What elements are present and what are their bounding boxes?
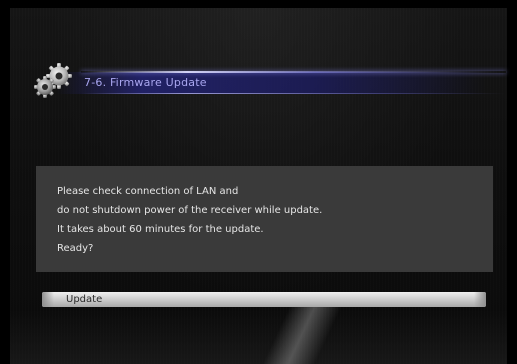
title-bar: 7-6. Firmware Update [34,63,506,98]
message-line: Please check connection of LAN and [57,186,239,197]
gears-icon [32,62,76,100]
firmware-update-screen: 7-6. Firmware Update Please check connec… [0,0,517,364]
message-box: Please check connection of LAN and do no… [36,166,493,272]
title-bar-bottom-line [81,93,506,94]
light-streak [240,300,360,364]
message-lines: Please check connection of LAN and do no… [57,182,322,258]
message-line: It takes about 60 minutes for the update… [57,224,264,235]
update-button-label: Update [66,294,103,305]
message-line: do not shutdown power of the receiver wh… [57,205,323,216]
title-bar-top-line [81,71,506,73]
message-line: Ready? [57,243,94,254]
update-button[interactable]: Update [42,292,486,307]
page-title: 7-6. Firmware Update [84,76,207,89]
